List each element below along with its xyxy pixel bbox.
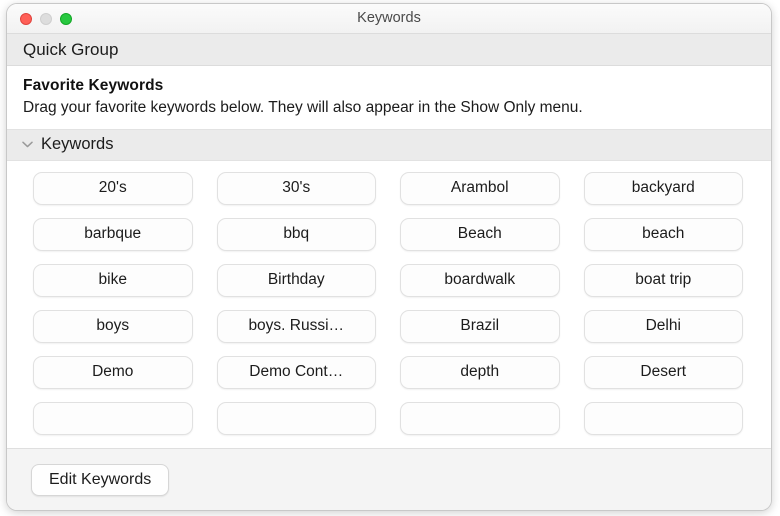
keywords-window: Keywords Quick Group Favorite Keywords D… — [6, 3, 772, 511]
keyword-pill[interactable]: Brazil — [400, 310, 560, 343]
edit-keywords-button[interactable]: Edit Keywords — [31, 464, 169, 496]
keyword-pill[interactable] — [217, 402, 377, 435]
keyword-pill[interactable]: 30's — [217, 172, 377, 205]
keyword-pill[interactable]: Demo — [33, 356, 193, 389]
keyword-pill[interactable]: Delhi — [584, 310, 744, 343]
keyword-pill[interactable]: depth — [400, 356, 560, 389]
keyword-pill[interactable]: Beach — [400, 218, 560, 251]
keyword-pill[interactable]: boys. Russi… — [217, 310, 377, 343]
quick-group-bar[interactable]: Quick Group — [7, 34, 771, 66]
keyword-pill[interactable]: 20's — [33, 172, 193, 205]
keyword-pill[interactable]: boat trip — [584, 264, 744, 297]
keyword-pill[interactable]: Demo Cont… — [217, 356, 377, 389]
window-footer: Edit Keywords — [7, 448, 771, 510]
keyword-pill[interactable]: Arambol — [400, 172, 560, 205]
keyword-pill[interactable] — [33, 402, 193, 435]
keyword-pill[interactable]: backyard — [584, 172, 744, 205]
keywords-scroll-area[interactable]: 20's 30's Arambol backyard barbque bbq Beachbe… — [7, 161, 771, 448]
keyword-pill[interactable]: Desert — [584, 356, 744, 389]
window-titlebar: Keywords — [7, 4, 771, 34]
keyword-pill[interactable]: bike — [33, 264, 193, 297]
keywords-grid: 20's 30's Arambol backyard barbque bbq Beachbe… — [7, 161, 771, 435]
keyword-pill[interactable]: bbq — [217, 218, 377, 251]
keyword-pill[interactable]: boardwalk — [400, 264, 560, 297]
keywords-section-header[interactable]: Keywords — [7, 129, 771, 161]
window-title: Keywords — [7, 4, 771, 33]
keywords-section-title: Keywords — [41, 135, 113, 154]
keyword-pill[interactable]: boys — [33, 310, 193, 343]
keyword-pill[interactable] — [400, 402, 560, 435]
favorite-keywords-block: Favorite Keywords Drag your favorite key… — [7, 66, 771, 129]
favorite-keywords-title: Favorite Keywords — [23, 77, 755, 95]
favorite-keywords-description: Drag your favorite keywords below. They … — [23, 98, 713, 119]
keyword-pill[interactable]: Birthday — [217, 264, 377, 297]
quick-group-label: Quick Group — [23, 40, 118, 60]
keyword-pill[interactable] — [584, 402, 744, 435]
chevron-down-icon[interactable] — [20, 138, 34, 152]
keyword-pill[interactable]: beach — [584, 218, 744, 251]
keyword-pill[interactable]: barbque — [33, 218, 193, 251]
